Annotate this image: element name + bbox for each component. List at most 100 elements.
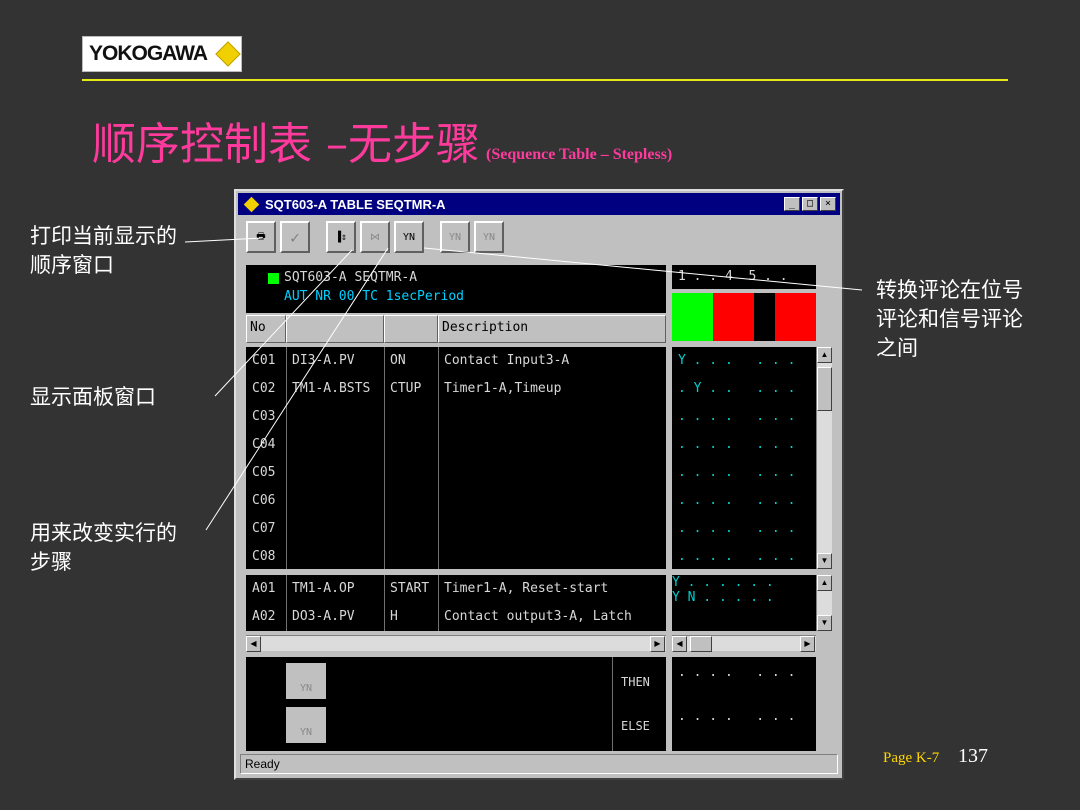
else-pattern: . . . . . . .	[678, 709, 796, 724]
slide-title-en: (Sequence Table – Stepless)	[486, 146, 673, 163]
rule-status-cell	[774, 293, 796, 341]
faceplate-button[interactable]: ▐⇕	[326, 221, 356, 253]
table-row[interactable]: C08	[246, 543, 666, 571]
cell-no: C05	[252, 465, 276, 480]
cell-no: C08	[252, 549, 276, 564]
cell-tag: TM1-A.BSTS	[292, 381, 371, 396]
callout-toggle-line: 转换评论在位号	[876, 278, 1023, 302]
col-header-no[interactable]: No	[246, 315, 286, 343]
table-row[interactable]: C05	[246, 459, 666, 487]
scroll-down-icon[interactable]: ▼	[817, 615, 832, 631]
cell-data: H	[390, 609, 398, 624]
then-nav-button[interactable]: YN	[286, 663, 326, 699]
cell-no: C06	[252, 493, 276, 508]
page-number: 137	[958, 745, 988, 767]
rule-status-cell	[733, 293, 755, 341]
rule-pattern[interactable]: . Y . . . . .	[678, 381, 795, 396]
minimize-button[interactable]: _	[784, 197, 800, 211]
rule-pattern[interactable]: . . . . . . .	[678, 549, 795, 564]
rule-status-cell	[754, 293, 775, 341]
scroll-left-icon[interactable]: ◀	[672, 636, 687, 652]
else-nav-button[interactable]: YN	[286, 707, 326, 743]
cell-no: C03	[252, 409, 276, 424]
rule-pattern[interactable]: Y . . . . . .	[672, 575, 816, 590]
rule-pattern[interactable]: . . . . . . .	[678, 521, 795, 536]
scroll-right-icon[interactable]: ▶	[650, 636, 665, 652]
scroll-up-icon[interactable]: ▲	[817, 347, 832, 363]
toggle-comment-button[interactable]: YN	[394, 221, 424, 253]
step-change-button[interactable]: ⋈	[360, 221, 390, 253]
col-header-description[interactable]: Description	[438, 315, 666, 343]
window-titlebar[interactable]: SQT603-A TABLE SEQTMR-A _ □ ×	[238, 193, 840, 215]
print-button[interactable]: 🖶	[246, 221, 276, 253]
cell-no: C02	[252, 381, 276, 396]
scroll-left-icon[interactable]: ◀	[246, 636, 261, 652]
slide-title-cn: 顺序控制表 –无步骤	[92, 119, 480, 170]
cell-desc: Timer1-A,Timeup	[444, 381, 562, 396]
table-tag-line: SQT603-A SEQTMR-A	[284, 270, 418, 285]
then-else-area: YN YN	[246, 657, 612, 751]
table-row[interactable]: A02 DO3-A.PV H Contact output3-A, Latch	[246, 603, 666, 631]
col-header-tag[interactable]	[286, 315, 384, 343]
arrow-right-icon: YN	[482, 231, 496, 243]
prev-rule-button[interactable]: YN	[440, 221, 470, 253]
next-rule-button[interactable]: YN	[474, 221, 504, 253]
window-controls: _ □ ×	[784, 197, 836, 211]
confirm-button[interactable]: ✓	[280, 221, 310, 253]
toolbar: 🖶 ✓ ▐⇕ ⋈ YN YN YN	[246, 221, 504, 257]
callout-toggle-line: 之间	[876, 336, 918, 360]
cell-tag: TM1-A.OP	[292, 581, 355, 596]
rule-pattern[interactable]: . . . . . . .	[678, 493, 795, 508]
hscroll-thumb[interactable]	[690, 636, 712, 652]
rule-pattern[interactable]: . . . . . . .	[678, 437, 795, 452]
table-row[interactable]: C02 TM1-A.BSTS CTUP Timer1-A,Timeup	[246, 375, 666, 403]
cell-data: ON	[390, 353, 406, 368]
scroll-up-icon[interactable]: ▲	[817, 575, 832, 591]
rule-pattern[interactable]: Y N . . . . .	[672, 590, 816, 605]
left-hscrollbar[interactable]: ◀ ▶	[246, 635, 666, 652]
callout-toggle-comment: 转换评论在位号 评论和信号评论 之间	[876, 276, 1023, 363]
window-app-icon	[243, 196, 260, 212]
table-status-line: AUT NR 00 TC 1secPeriod	[284, 289, 465, 304]
rule-pattern[interactable]: . . . . . . .	[678, 409, 795, 424]
status-bar: Ready	[240, 754, 838, 774]
scroll-right-icon[interactable]: ▶	[800, 636, 815, 652]
right-hscrollbar[interactable]: ◀ ▶	[672, 635, 816, 652]
faceplate-icon: ▐⇕	[334, 231, 348, 243]
cell-tag: DO3-A.PV	[292, 609, 355, 624]
condition-vscrollbar[interactable]: ▲ ▼	[816, 347, 832, 569]
close-button[interactable]: ×	[820, 197, 836, 211]
rule-pattern[interactable]: Y . . . . . .	[678, 353, 795, 368]
action-vscrollbar[interactable]: ▲ ▼	[816, 575, 832, 631]
callout-step-line: 用来改变实行的	[30, 521, 177, 545]
col-header-data[interactable]	[384, 315, 438, 343]
then-else-labels: THEN ELSE	[612, 657, 666, 751]
maximize-button[interactable]: □	[802, 197, 818, 211]
action-grid: A01 TM1-A.OP START Timer1-A, Reset-start A02…	[246, 575, 666, 631]
table-row[interactable]: A01 TM1-A.OP START Timer1-A, Reset-start	[246, 575, 666, 603]
table-row[interactable]: C06	[246, 487, 666, 515]
scroll-thumb[interactable]	[817, 367, 832, 411]
callout-step-line: 步骤	[30, 550, 72, 574]
table-row[interactable]: C03	[246, 403, 666, 431]
scroll-down-icon[interactable]: ▼	[817, 553, 832, 569]
header-rule	[82, 79, 1008, 81]
rule-pattern[interactable]: . . . . . . .	[678, 465, 795, 480]
printer-icon: 🖶	[256, 230, 266, 242]
table-row[interactable]: C07	[246, 515, 666, 543]
rule-status-cell	[713, 293, 734, 341]
cell-no: C04	[252, 437, 276, 452]
table-row[interactable]: C04	[246, 431, 666, 459]
rule-status-bar	[672, 293, 817, 341]
callout-print-line: 打印当前显示的	[30, 224, 177, 248]
logo-diamond-icon	[215, 41, 241, 67]
cell-no: A02	[252, 609, 276, 624]
rule-status-cell	[672, 293, 693, 341]
rule-status-cell	[692, 293, 714, 341]
check-icon: ✓	[290, 227, 300, 247]
callout-toggle-line: 评论和信号评论	[876, 307, 1023, 331]
cell-no: C07	[252, 521, 276, 536]
callout-step: 用来改变实行的 步骤	[30, 519, 177, 577]
rule-status-cell	[795, 293, 817, 341]
table-row[interactable]: C01 DI3-A.PV ON Contact Input3-A	[246, 347, 666, 375]
